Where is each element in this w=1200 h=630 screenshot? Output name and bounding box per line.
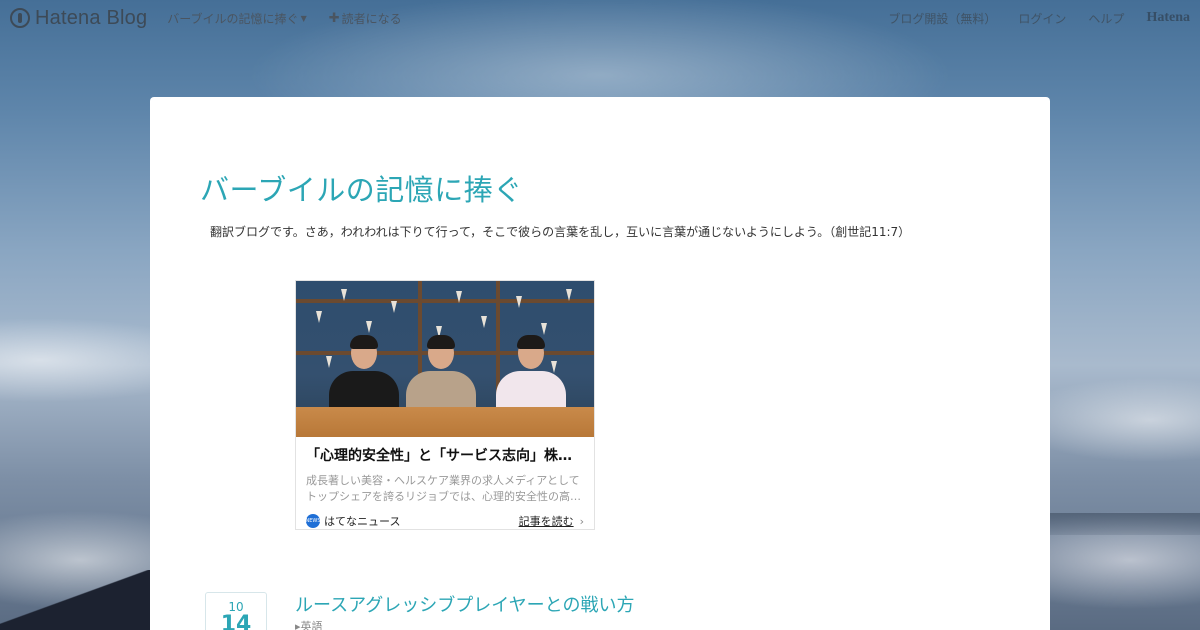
chevron-right-icon: ›	[579, 514, 584, 528]
news-excerpt: 成長著しい美容・ヘルスケア業界の求人メディアとしてトップシェアを誇るリジョブでは…	[306, 474, 581, 503]
blog-description: 翻訳ブログです。さあ，われわれは下りて行って，そこで彼らの言葉を乱し，互いに言葉…	[210, 225, 911, 239]
entry-date-day: 14	[220, 612, 252, 630]
news-footer: NEWS はてなニュース 記事を読む ›	[305, 513, 584, 529]
wall-decoration	[566, 289, 572, 301]
main-content: バーブイルの記憶に捧ぐ 翻訳ブログです。さあ，われわれは下りて行って，そこで彼ら…	[150, 97, 1050, 630]
wall-decoration	[456, 291, 462, 303]
hatena-logo[interactable]: Hatena	[1146, 10, 1190, 26]
hatena-blog-logo[interactable]: Hatena Blog	[10, 7, 147, 30]
news-source[interactable]: はてなニュース	[324, 513, 400, 529]
subscribe-label: 読者になる	[341, 11, 402, 26]
help-link[interactable]: ヘルプ	[1088, 10, 1124, 27]
wall-decoration	[366, 321, 372, 333]
person-figure	[329, 335, 399, 415]
global-header: Hatena Blog バーブイルの記憶に捧ぐ ▼ ✚ 読者になる ブログ開設（…	[0, 0, 1200, 36]
blog-title[interactable]: バーブイルの記憶に捧ぐ	[200, 167, 523, 209]
wooden-table	[296, 407, 594, 437]
read-more-link[interactable]: 記事を読む	[519, 513, 574, 529]
news-title[interactable]: 「心理的安全性」と「サービス志向」株…	[306, 445, 584, 465]
entry-title[interactable]: ルースアグレッシブプレイヤーとの戦い方	[295, 591, 634, 617]
news-body: 「心理的安全性」と「サービス志向」株… 成長著しい美容・ヘルスケア業界の求人メデ…	[296, 437, 594, 529]
plus-icon: ✚	[328, 10, 340, 26]
wall-decoration	[541, 323, 547, 335]
hatena-blog-logo-icon	[10, 8, 30, 28]
header-right-links: ブログ開設（無料） ログイン ヘルプ Hatena	[888, 10, 1190, 27]
subscribe-button[interactable]: ✚ 読者になる	[329, 10, 402, 27]
start-blog-link[interactable]: ブログ開設（無料）	[888, 10, 996, 27]
blog-menu-button[interactable]: バーブイルの記憶に捧ぐ ▼	[167, 10, 306, 27]
chevron-down-icon: ▼	[300, 13, 307, 23]
logo-text: Hatena Blog	[35, 6, 148, 29]
entry-date: 10 14	[205, 592, 267, 630]
person-figure	[496, 335, 566, 415]
news-embed-card[interactable]: 「心理的安全性」と「サービス志向」株… 成長著しい美容・ヘルスケア業界の求人メデ…	[295, 280, 595, 530]
background-mountain	[0, 570, 160, 630]
wall-decoration	[341, 289, 347, 301]
blog-menu-label: バーブイルの記憶に捧ぐ	[167, 11, 299, 26]
wall-decoration	[391, 301, 397, 313]
hatena-news-icon: NEWS	[305, 514, 321, 528]
login-link[interactable]: ログイン	[1018, 10, 1066, 27]
wall-decoration	[316, 311, 322, 323]
person-figure	[406, 335, 476, 415]
entry-category[interactable]: ▸英語	[295, 618, 323, 630]
wall-decoration	[481, 316, 487, 328]
news-thumbnail[interactable]	[296, 281, 594, 437]
entry-category-label: 英語	[300, 620, 323, 630]
background-ridge	[1050, 513, 1200, 535]
wall-decoration	[516, 296, 522, 308]
